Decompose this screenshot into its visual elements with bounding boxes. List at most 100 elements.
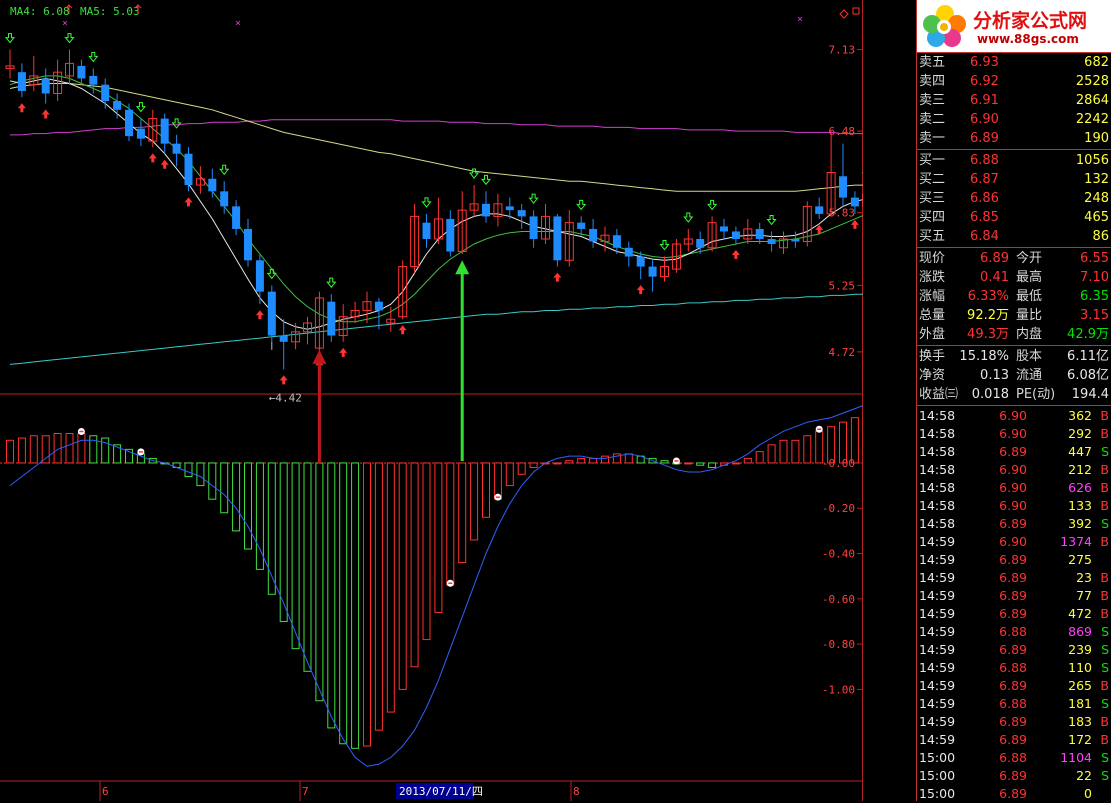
bid-label: 买四 — [919, 208, 945, 227]
candle-body — [839, 176, 847, 197]
candle-body — [220, 191, 228, 206]
macd-histogram-bar — [233, 463, 240, 531]
tick-row[interactable]: 15:006.8922S — [917, 767, 1111, 785]
bid-row[interactable]: 买五6.8486 — [917, 227, 1111, 246]
tick-row[interactable]: 14:596.89265B — [917, 677, 1111, 695]
ask-price: 6.89 — [970, 129, 999, 148]
low-marker-label: ←4.42 — [269, 391, 302, 404]
quote-value: 7.10 — [1080, 268, 1109, 287]
candle-body — [613, 235, 621, 248]
ask-row[interactable]: 卖二6.902242 — [917, 110, 1111, 129]
candle-body — [756, 229, 764, 239]
tick-side: S — [1101, 641, 1109, 659]
tick-volume: 392 — [1068, 515, 1092, 533]
candle-body — [137, 129, 145, 139]
macd-histogram-bar — [66, 434, 73, 463]
tick-row[interactable]: 14:586.90133B — [917, 497, 1111, 515]
tick-time: 14:59 — [919, 731, 955, 749]
tick-row[interactable]: 14:596.901374B — [917, 533, 1111, 551]
macd-histogram-bar — [245, 463, 252, 549]
tick-row[interactable]: 14:586.89447S — [917, 443, 1111, 461]
tick-volume: 181 — [1068, 695, 1092, 713]
tick-row[interactable]: 14:586.90626B — [917, 479, 1111, 497]
month-label: 6 — [102, 785, 109, 798]
tick-volume: 1374 — [1060, 533, 1092, 551]
tick-row[interactable]: 14:596.88110S — [917, 659, 1111, 677]
quote-label: 涨跌 — [919, 268, 945, 287]
bid-volume: 132 — [1084, 170, 1109, 189]
tick-volume: 22 — [1076, 767, 1092, 785]
bid-row[interactable]: 买二6.87132 — [917, 170, 1111, 189]
ask-row[interactable]: 卖五6.93682 — [917, 53, 1111, 72]
red-signal-arrow-icon — [312, 350, 326, 364]
ask-row[interactable]: 卖四6.922528 — [917, 72, 1111, 91]
tick-row[interactable]: 14:596.89172B — [917, 731, 1111, 749]
quote-label: 最低 — [1016, 287, 1042, 306]
candle-body — [625, 248, 633, 257]
tick-row[interactable]: 14:596.89472B — [917, 605, 1111, 623]
tick-row[interactable]: 14:596.8923B — [917, 569, 1111, 587]
tick-price: 6.89 — [999, 587, 1027, 605]
quote-value: 6.89 — [980, 249, 1009, 268]
tick-price: 6.89 — [999, 605, 1027, 623]
macd-histogram-bar — [768, 445, 775, 463]
tick-time: 15:00 — [919, 785, 955, 803]
tick-time: 14:58 — [919, 407, 955, 425]
bid-row[interactable]: 买四6.85465 — [917, 208, 1111, 227]
buy-arrow-icon — [185, 197, 193, 206]
tick-row[interactable]: 14:586.89392S — [917, 515, 1111, 533]
tick-row[interactable]: 14:586.90212B — [917, 461, 1111, 479]
tick-time: 15:00 — [919, 767, 955, 785]
kline-chart-svg[interactable]: 7.136.485.835.254.72-0.00-0.20-0.40-0.60… — [0, 0, 863, 801]
bid-row[interactable]: 买一6.881056 — [917, 151, 1111, 170]
tick-side: S — [1101, 623, 1109, 641]
ask-volume: 2242 — [1076, 110, 1109, 129]
bid-label: 买一 — [919, 151, 945, 170]
tick-price: 6.88 — [999, 623, 1027, 641]
kline-chart-area[interactable]: 7.136.485.835.254.72-0.00-0.20-0.40-0.60… — [0, 0, 863, 801]
tick-row[interactable]: 15:006.881104S — [917, 749, 1111, 767]
macd-histogram-bar — [804, 436, 811, 463]
sell-arrow-icon — [327, 278, 335, 287]
tick-row[interactable]: 15:006.890 — [917, 785, 1111, 803]
tick-row[interactable]: 14:596.89183B — [917, 713, 1111, 731]
price-tick-label: 7.13 — [829, 44, 856, 57]
bid-row[interactable]: 买三6.86248 — [917, 189, 1111, 208]
quote-label: 总量 — [919, 306, 945, 325]
sell-arrow-icon — [708, 200, 716, 209]
tick-row[interactable]: 14:596.8977B — [917, 587, 1111, 605]
tick-price: 6.89 — [999, 767, 1027, 785]
quote-label: 今开 — [1016, 249, 1042, 268]
site-logo[interactable]: 分析家公式网 www.88gs.com — [917, 0, 1111, 52]
month-label: 8 — [573, 785, 580, 798]
tick-row[interactable]: 14:596.89239S — [917, 641, 1111, 659]
tick-volume: 265 — [1068, 677, 1092, 695]
tick-row[interactable]: 14:586.90292B — [917, 425, 1111, 443]
macd-histogram-bar — [471, 463, 478, 540]
tick-row[interactable]: 14:586.90362B — [917, 407, 1111, 425]
date-label: 2013/07/11/四 — [399, 785, 483, 798]
tick-price: 6.88 — [999, 749, 1027, 767]
candle-body — [482, 204, 490, 217]
ask-row[interactable]: 卖三6.912864 — [917, 91, 1111, 110]
sell-arrow-icon — [220, 165, 228, 174]
tick-row[interactable]: 14:596.89275 — [917, 551, 1111, 569]
tick-row[interactable]: 14:596.88869S — [917, 623, 1111, 641]
tick-price: 6.89 — [999, 569, 1027, 587]
ma-cyan-line — [10, 289, 863, 364]
tick-time: 14:59 — [919, 605, 955, 623]
candle-body — [446, 219, 454, 252]
tick-volume: 0 — [1084, 785, 1092, 803]
candle-body — [577, 223, 585, 229]
quote-panel: 分析家公式网 www.88gs.com 卖五6.93682卖四6.922528卖… — [916, 0, 1111, 801]
ask-row[interactable]: 卖一6.89190 — [917, 129, 1111, 148]
tick-row[interactable]: 14:596.88181S — [917, 695, 1111, 713]
macd-histogram-bar — [340, 463, 347, 744]
candle-body — [768, 239, 776, 244]
month-label: 7 — [302, 785, 309, 798]
buy-arrow-icon — [42, 110, 50, 119]
macd-histogram-bar — [483, 463, 490, 517]
candle-body — [185, 154, 193, 185]
price-tick-label: 6.48 — [829, 125, 856, 138]
candle-body — [553, 216, 561, 260]
